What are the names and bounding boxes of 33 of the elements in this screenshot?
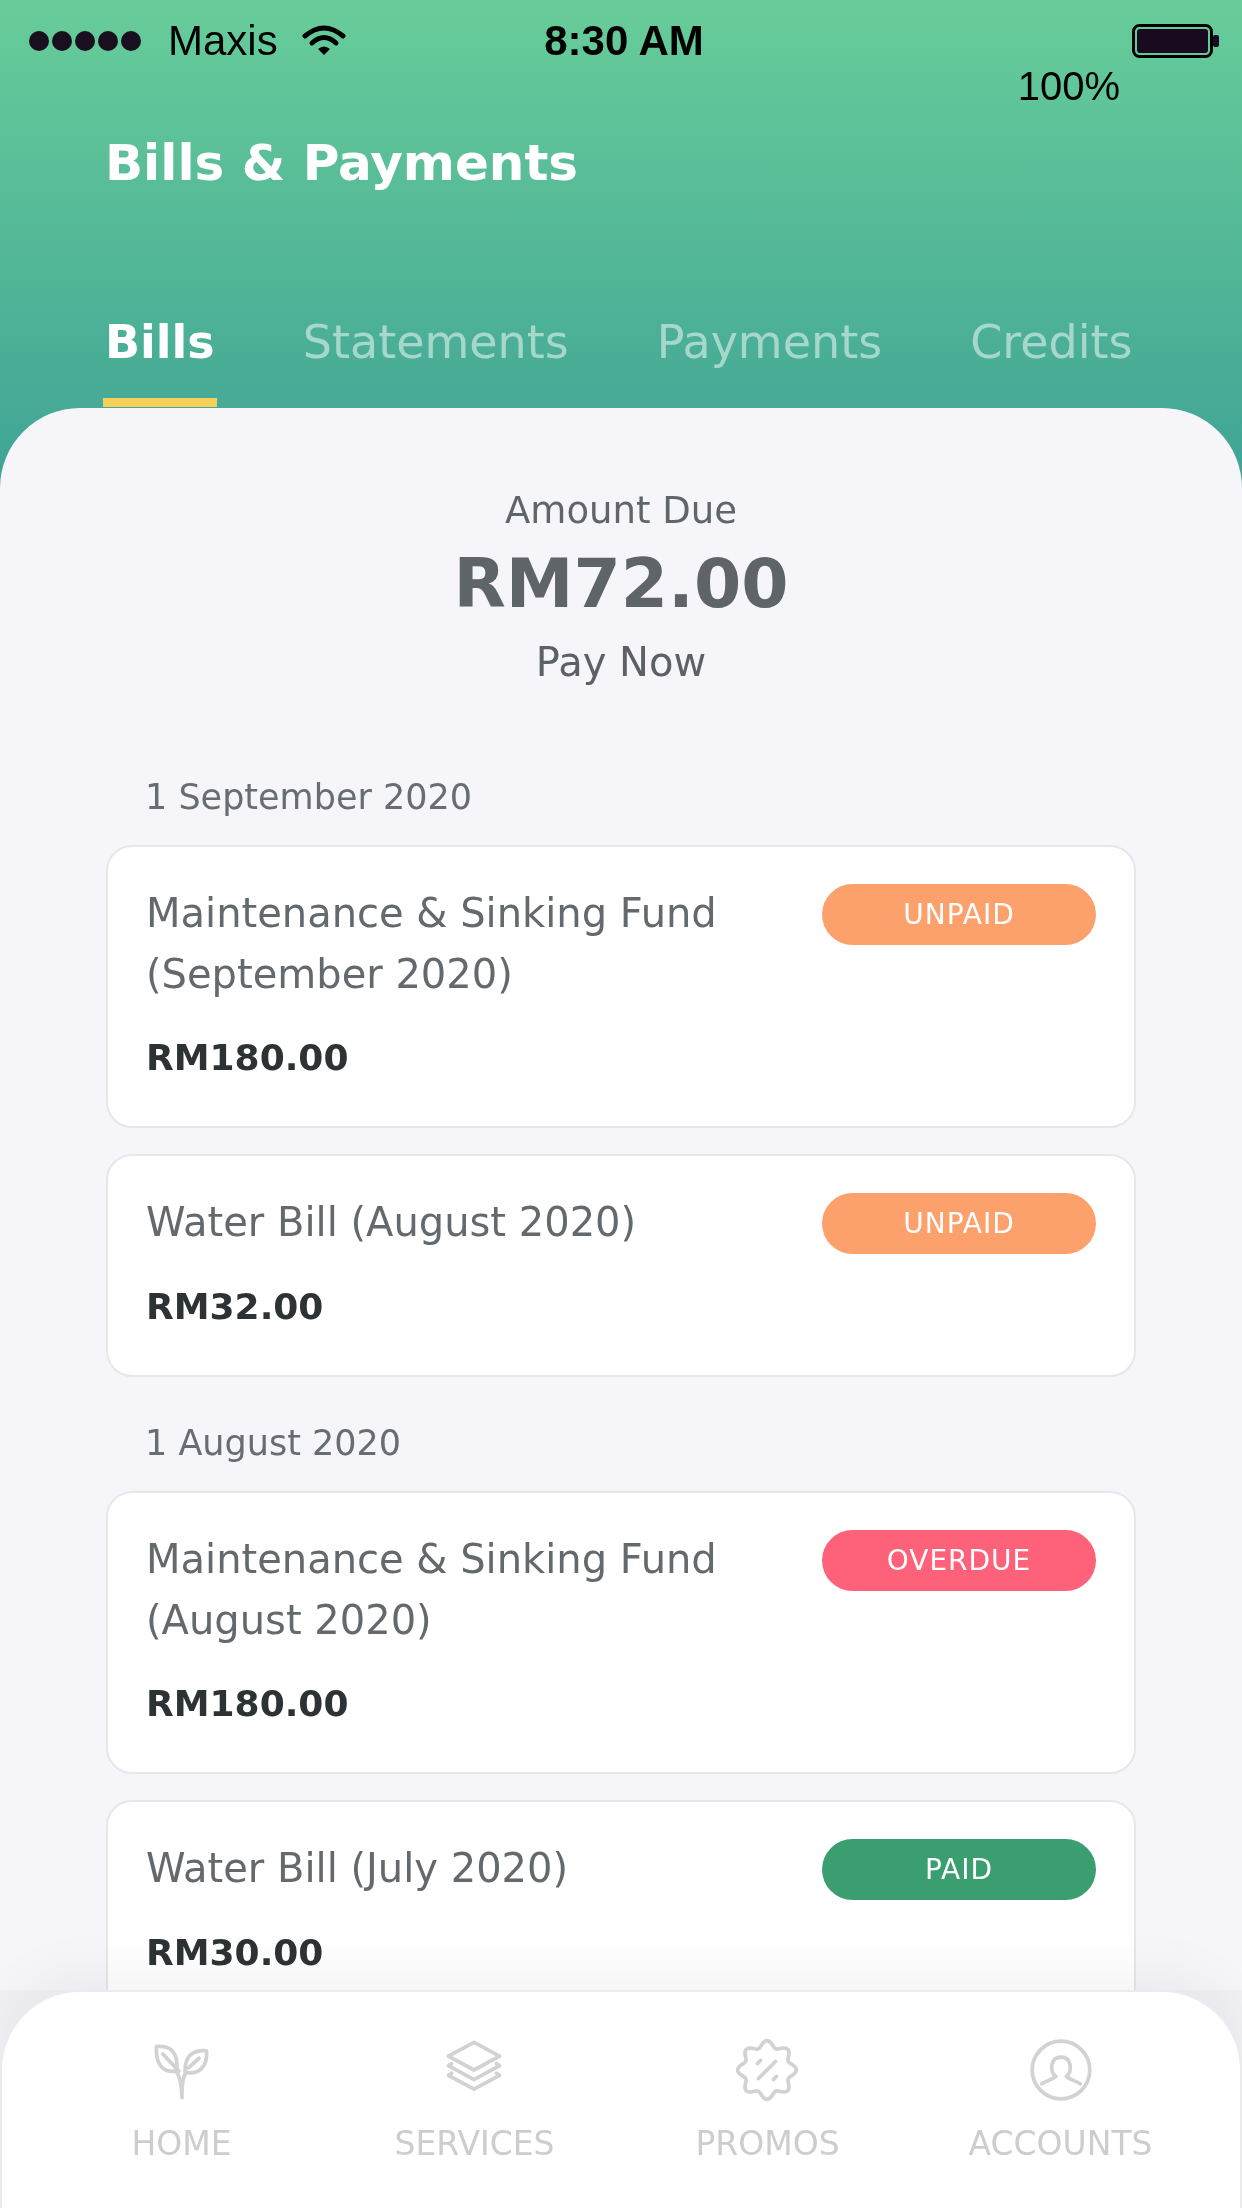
amount-due-value: RM72.00: [453, 546, 789, 622]
tab[interactable]: Credits: [968, 314, 1135, 407]
bill-title: Water Bill (July 2020): [146, 1844, 570, 1893]
bill-card[interactable]: Water Bill (July 2020) PAID RM30.00: [106, 1800, 1136, 1990]
bill-card[interactable]: Maintenance & Sinking Fund (September 2020) UNPAID RM180.00: [106, 845, 1136, 1128]
status-badge: PAID: [822, 1839, 1096, 1900]
status-time: 8:30 AM: [544, 18, 704, 64]
bill-title: Water Bill (August 2020): [146, 1198, 638, 1247]
page-title: Bills & Payments: [105, 133, 579, 194]
bill-title: Maintenance & Sinking Fund (September 2020): [146, 889, 718, 999]
tab[interactable]: Statements: [300, 314, 571, 407]
bill-date: 1 August 2020: [144, 1422, 403, 1465]
bill-card[interactable]: Maintenance & Sinking Fund (August 2020) OVERDUE RM180.00: [106, 1491, 1136, 1774]
signal-strength-icon: [28, 30, 142, 52]
bill-title: Maintenance & Sinking Fund (August 2020): [146, 1535, 718, 1645]
pay-now-button[interactable]: Pay Now: [535, 637, 707, 687]
tab[interactable]: Payments: [654, 314, 885, 407]
bill-card[interactable]: Water Bill (August 2020) UNPAID RM32.00: [106, 1154, 1136, 1377]
carrier-name: Maxis: [168, 18, 278, 64]
status-badge: UNPAID: [822, 1193, 1096, 1254]
status-badge: OVERDUE: [822, 1530, 1096, 1591]
percent-badge-icon: [735, 2038, 800, 2102]
amount-due-label: Amount Due: [505, 489, 737, 533]
bill-date: 1 September 2020: [144, 776, 474, 819]
battery-percentage: 100%: [1017, 64, 1120, 108]
user-circle-icon: [1028, 2038, 1093, 2102]
wifi-icon: [301, 25, 346, 57]
status-badge: UNPAID: [822, 884, 1096, 945]
bill-amount: RM32.00: [146, 1285, 325, 1329]
bill-amount: RM180.00: [146, 1682, 350, 1726]
bill-amount: RM180.00: [146, 1036, 350, 1080]
battery-icon: [1132, 24, 1220, 58]
bill-amount: RM30.00: [146, 1931, 325, 1975]
